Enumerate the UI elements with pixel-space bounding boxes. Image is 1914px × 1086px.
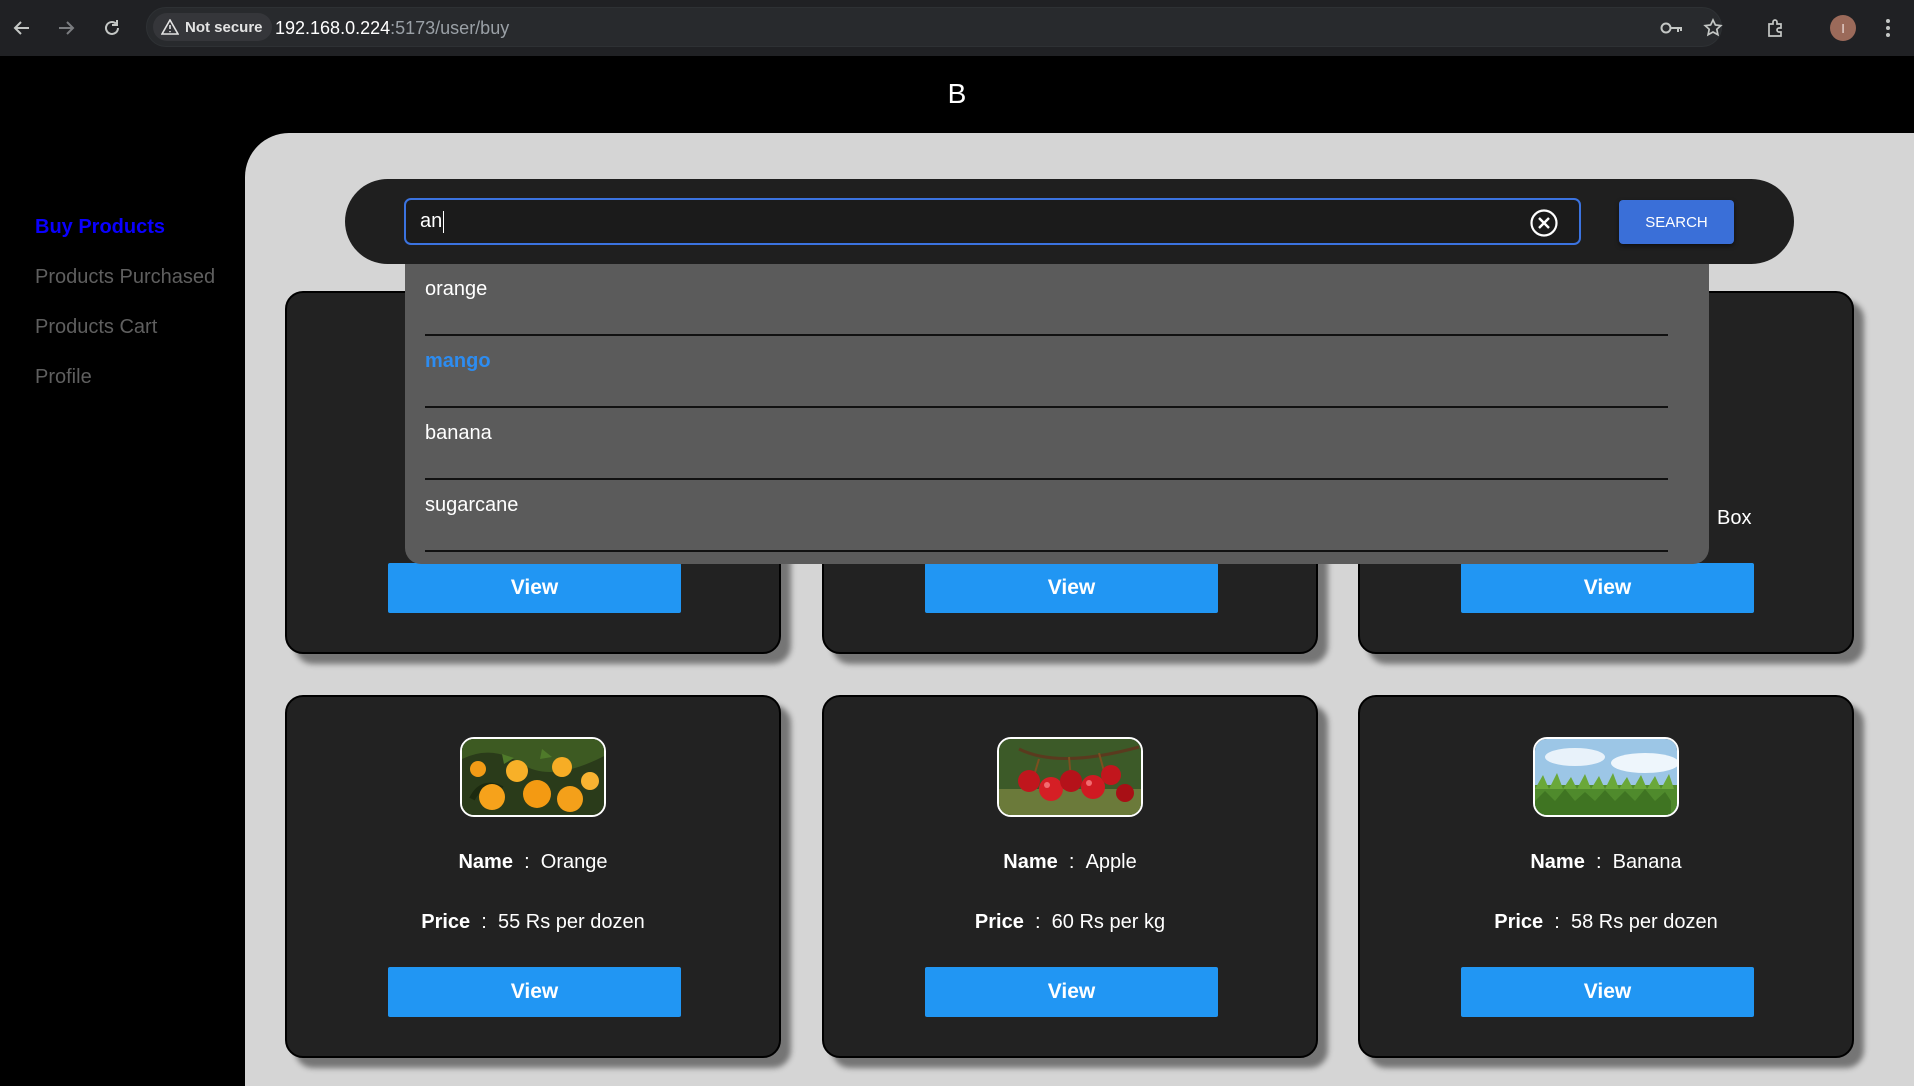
- view-button[interactable]: View: [1461, 563, 1754, 613]
- product-price: 58 Rs per dozen: [1570, 911, 1718, 933]
- autocomplete-dropdown: orange mango banana sugarcane: [405, 264, 1709, 564]
- url-text[interactable]: 192.168.0.224:5173/user/buy: [275, 18, 509, 39]
- url-path: :5173/user/buy: [390, 18, 510, 38]
- search-input-value: an: [420, 210, 443, 232]
- product-name-row: Name : Apple: [824, 851, 1316, 874]
- password-key-icon[interactable]: [1657, 13, 1687, 43]
- product-name: Orange: [540, 851, 608, 873]
- product-image-orange: [460, 737, 606, 817]
- product-card-orange: Name : Orange Price : 55 Rs per dozen Vi…: [285, 695, 781, 1058]
- sidebar-item-profile[interactable]: Profile: [35, 362, 215, 412]
- suggestion-item-highlighted[interactable]: mango: [425, 336, 1668, 408]
- clear-search-icon[interactable]: [1529, 208, 1559, 238]
- sidebar-item-products-purchased[interactable]: Products Purchased: [35, 262, 215, 312]
- text-caret: [443, 210, 445, 233]
- separator: :: [481, 911, 487, 933]
- sidebar: Buy Products Products Purchased Products…: [35, 212, 215, 412]
- product-card-banana: Name : Banana Price : 58 Rs per dozen Vi…: [1358, 695, 1854, 1058]
- product-price: 55 Rs per dozen: [497, 911, 645, 933]
- address-bar[interactable]: Not secure 192.168.0.224:5173/user/buy: [146, 7, 1722, 47]
- search-input[interactable]: an: [404, 198, 1581, 245]
- product-price-row: Price : 55 Rs per dozen: [287, 911, 779, 934]
- sidebar-item-products-cart[interactable]: Products Cart: [35, 312, 215, 362]
- security-label: Not secure: [185, 18, 263, 36]
- security-chip[interactable]: Not secure: [153, 13, 272, 41]
- view-button[interactable]: View: [925, 967, 1218, 1017]
- app-brand: B: [947, 78, 967, 109]
- product-price-row: Price : 60 Rs per kg: [824, 911, 1316, 934]
- product-price: 60 Rs per kg: [1051, 911, 1166, 933]
- product-image-apple: [997, 737, 1143, 817]
- name-label: Name: [1530, 851, 1585, 873]
- sidebar-item-buy-products[interactable]: Buy Products: [35, 212, 215, 262]
- warning-icon: [161, 19, 179, 35]
- name-label: Name: [458, 851, 513, 873]
- product-name: Apple: [1085, 851, 1137, 873]
- product-name-row: Name : Banana: [1360, 851, 1852, 874]
- price-label: Price: [1494, 911, 1544, 933]
- bookmark-star-icon[interactable]: [1698, 13, 1728, 43]
- price-label: Price: [974, 911, 1024, 933]
- menu-kebab-icon[interactable]: [1873, 13, 1903, 43]
- separator: :: [1034, 911, 1041, 933]
- profile-avatar[interactable]: I: [1830, 15, 1856, 41]
- product-name-row: Name : Orange: [287, 851, 779, 874]
- view-button[interactable]: View: [388, 563, 681, 613]
- product-name: Banana: [1612, 851, 1682, 873]
- card-partial-text: Box: [1717, 507, 1752, 529]
- product-card-apple: Name : Apple Price : 60 Rs per kg View: [822, 695, 1318, 1058]
- browser-toolbar: Not secure 192.168.0.224:5173/user/buy I: [0, 0, 1914, 56]
- suggestion-item[interactable]: orange: [425, 264, 1668, 336]
- separator: :: [1554, 911, 1560, 933]
- price-label: Price: [421, 911, 471, 933]
- product-image-banana: [1533, 737, 1679, 817]
- separator: :: [524, 851, 530, 873]
- back-icon[interactable]: [8, 14, 36, 42]
- view-button[interactable]: View: [388, 967, 681, 1017]
- separator: :: [1068, 851, 1075, 873]
- name-label: Name: [1003, 851, 1058, 873]
- url-host: 192.168.0.224: [275, 18, 391, 38]
- suggestion-item[interactable]: banana: [425, 408, 1668, 480]
- forward-icon[interactable]: [52, 14, 80, 42]
- extensions-icon[interactable]: [1761, 13, 1791, 43]
- separator: :: [1595, 851, 1602, 873]
- reload-icon[interactable]: [98, 14, 126, 42]
- view-button[interactable]: View: [925, 563, 1218, 613]
- product-price-row: Price : 58 Rs per dozen: [1360, 911, 1852, 934]
- search-button[interactable]: SEARCH: [1619, 200, 1734, 244]
- view-button[interactable]: View: [1461, 967, 1754, 1017]
- suggestion-item[interactable]: sugarcane: [425, 480, 1668, 552]
